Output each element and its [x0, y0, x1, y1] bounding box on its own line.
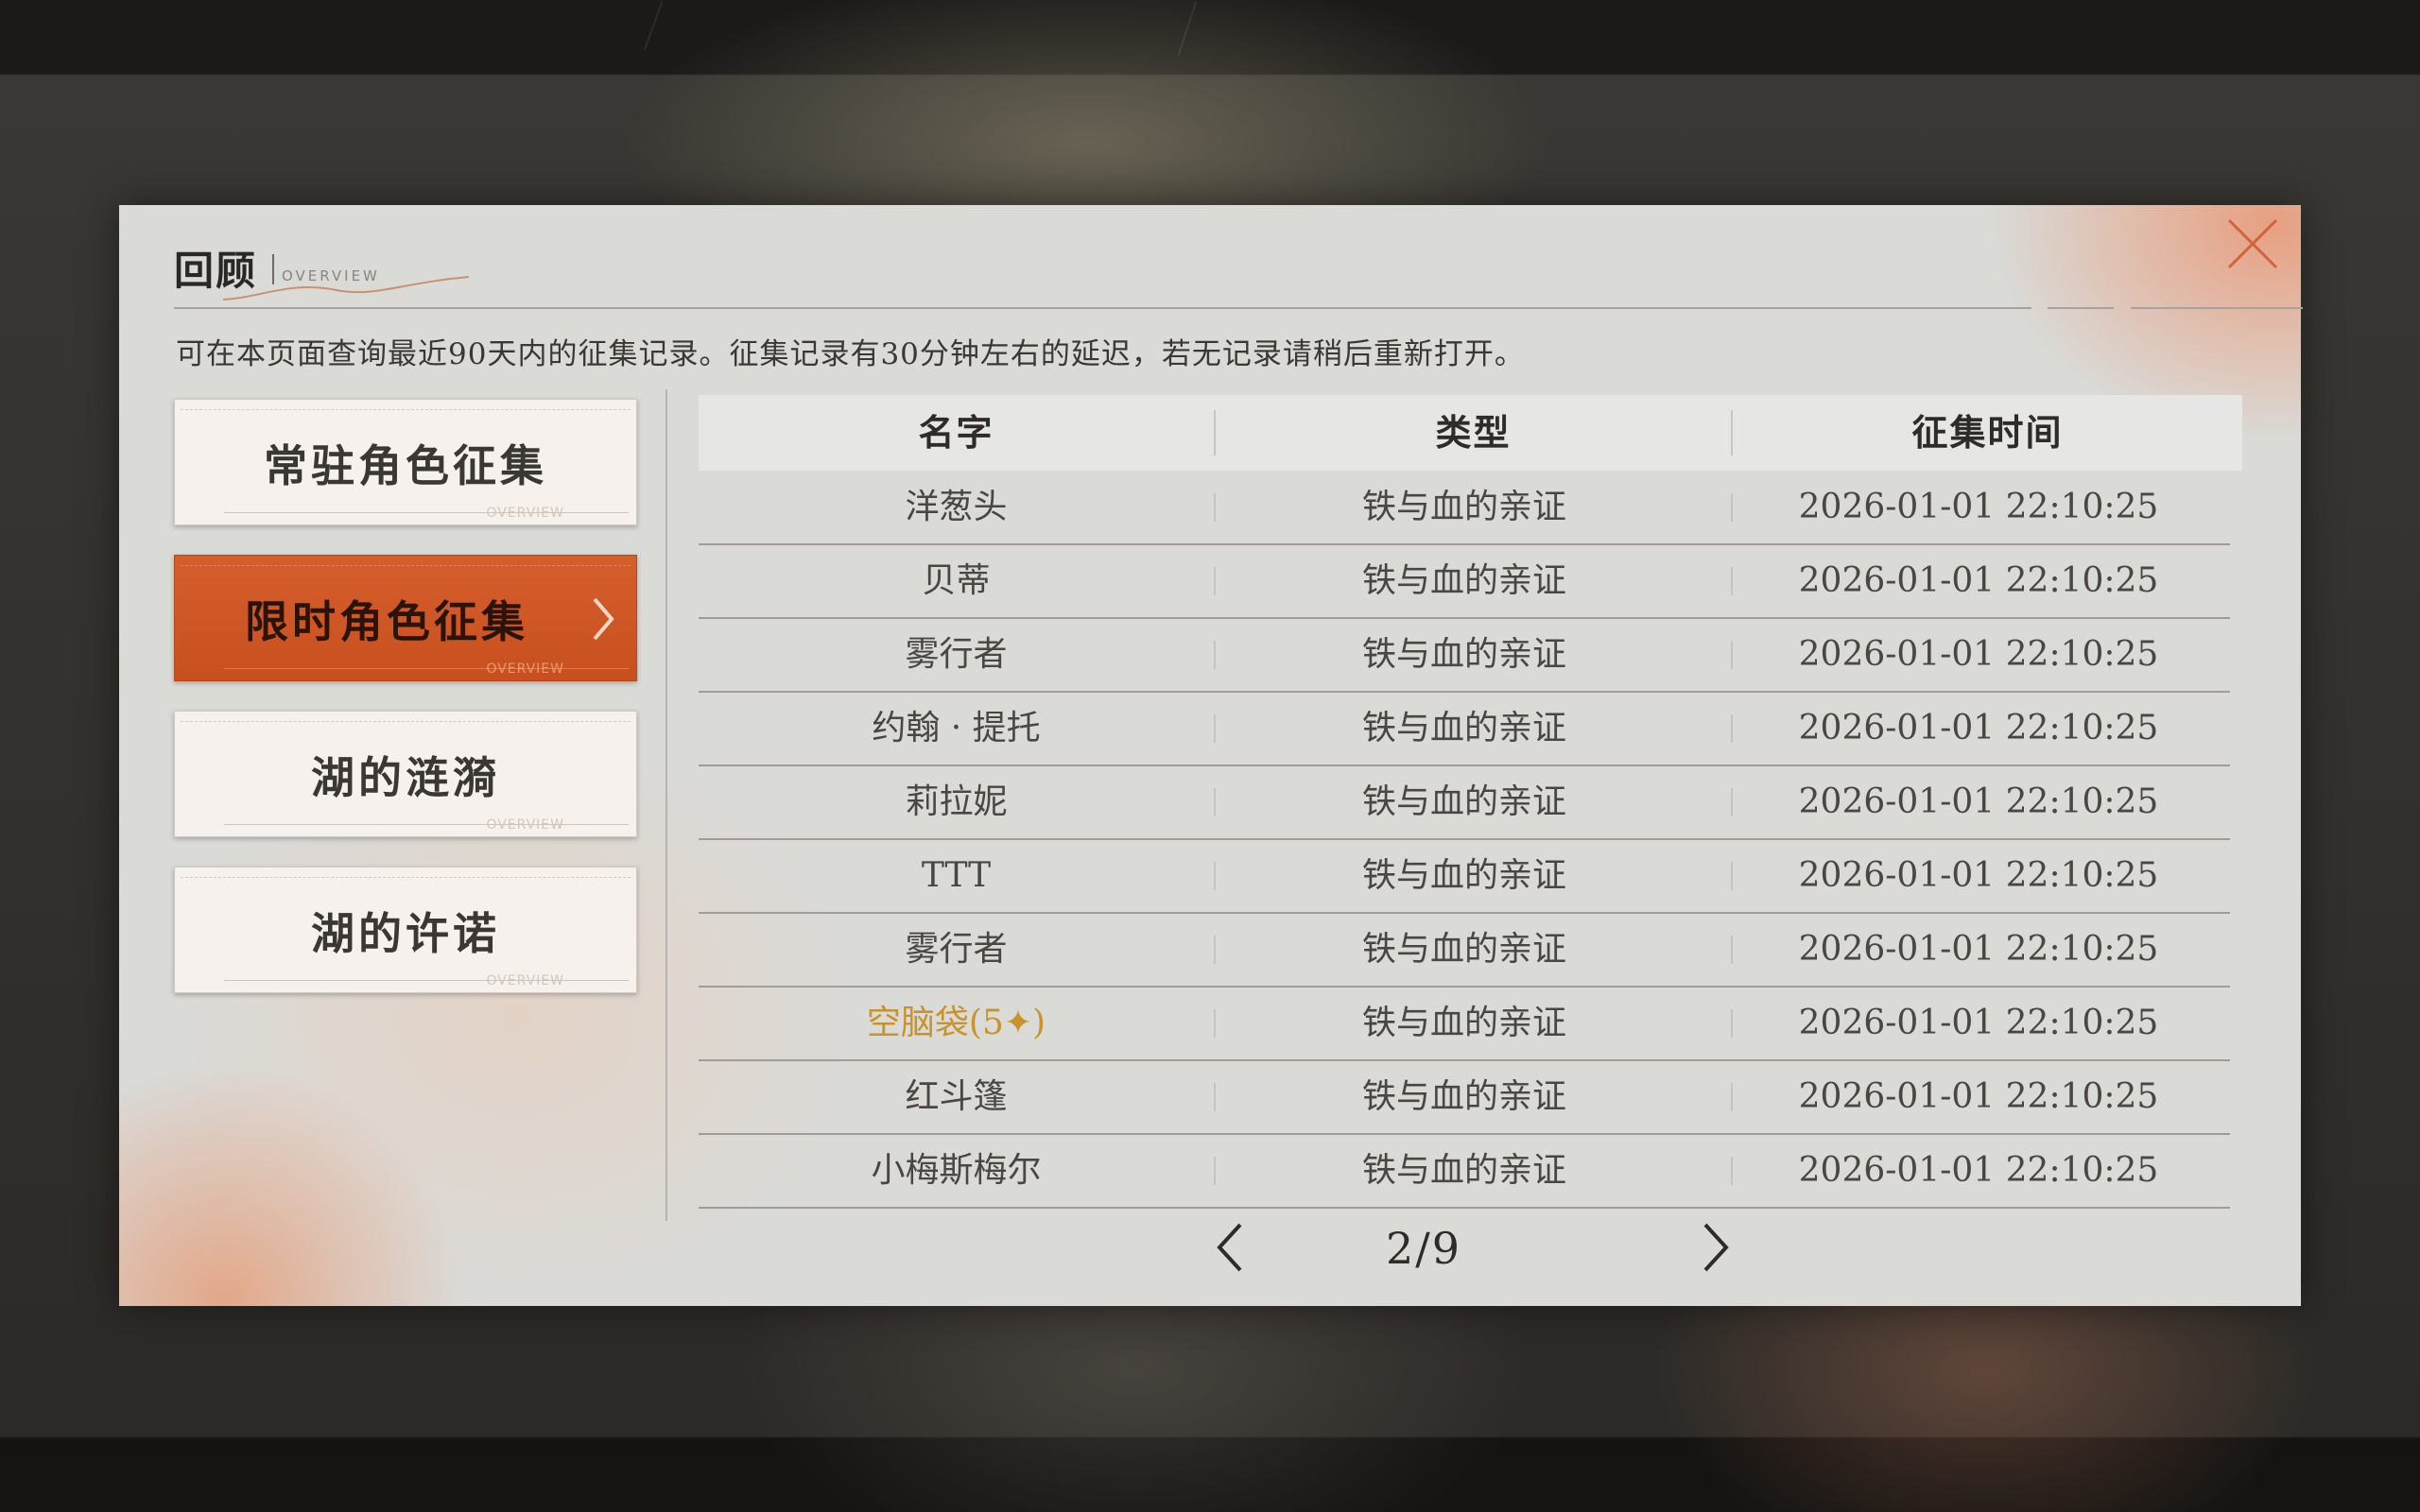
table-row: 莉拉妮 铁与血的亲证 2026-01-01 22:10:25: [699, 765, 2230, 840]
tab-label: 限时角色征集: [245, 596, 528, 647]
row-type: 铁与血的亲证: [1361, 635, 1566, 674]
overview-dialog: 回顾 OVERVIEW 可在本页面查询最近90天内的征集记录。征集记录有30分钟…: [119, 205, 2303, 1306]
page-indicator: 2/9: [1385, 1223, 1462, 1274]
column-header-type: 类型: [1435, 411, 1512, 454]
row-time: 2026-01-01 22:10:25: [1798, 561, 2159, 600]
close-icon: [2227, 218, 2278, 269]
chevron-right-icon: [1703, 1223, 1729, 1272]
row-type: 铁与血的亲证: [1361, 1077, 1566, 1116]
row-name: 洋葱头: [905, 488, 1008, 526]
tab-label: 湖的许诺: [311, 908, 500, 959]
next-page-button[interactable]: [1696, 1221, 1734, 1274]
tab-label: 湖的涟漪: [311, 752, 500, 803]
close-button[interactable]: [2223, 215, 2280, 271]
row-time: 2026-01-01 22:10:25: [1798, 488, 2159, 526]
row-time: 2026-01-01 22:10:25: [1798, 1151, 2159, 1190]
sidebar-divider: [666, 389, 667, 1221]
table-row: 贝蒂 铁与血的亲证 2026-01-01 22:10:25: [699, 544, 2230, 619]
tab-footer: OVERVIEW: [486, 506, 564, 521]
row-type: 铁与血的亲证: [1361, 1004, 1566, 1042]
row-type: 铁与血的亲证: [1361, 930, 1566, 969]
tab-decoration: [181, 877, 631, 880]
title-flourish-icon: [223, 276, 470, 301]
row-time: 2026-01-01 22:10:25: [1798, 709, 2159, 747]
row-name: TTT: [921, 856, 992, 895]
tab-footer: OVERVIEW: [486, 662, 564, 677]
tab-label: 常驻角色征集: [264, 440, 547, 491]
row-time: 2026-01-01 22:10:25: [1798, 856, 2159, 895]
header-rule: [174, 307, 2031, 309]
tab-decoration: [181, 409, 631, 412]
notice-text: 可在本页面查询最近90天内的征集记录。征集记录有30分钟左右的延迟，若无记录请稍…: [176, 337, 1525, 371]
tab-decoration: [181, 721, 631, 724]
tab-footer: OVERVIEW: [486, 817, 564, 833]
chevron-left-icon: [1217, 1223, 1242, 1272]
row-name: 红斗篷: [905, 1077, 1008, 1116]
tab-limited-recruitment[interactable]: 限时角色征集 OVERVIEW: [174, 555, 637, 681]
table-row: 雾行者 铁与血的亲证 2026-01-01 22:10:25: [699, 618, 2230, 693]
table-row: 小梅斯梅尔 铁与血的亲证 2026-01-01 22:10:25: [699, 1134, 2230, 1209]
row-type: 铁与血的亲证: [1361, 1151, 1566, 1190]
row-name: 雾行者: [905, 930, 1008, 969]
row-type: 铁与血的亲证: [1361, 561, 1566, 600]
tab-lake-promise[interactable]: 湖的许诺 OVERVIEW: [174, 867, 637, 993]
row-time: 2026-01-01 22:10:25: [1798, 1004, 2159, 1042]
row-name: 小梅斯梅尔: [871, 1151, 1042, 1190]
chevron-right-icon: [593, 597, 614, 641]
row-type: 铁与血的亲证: [1361, 856, 1566, 895]
table-header: 名字 类型 征集时间: [699, 395, 2242, 471]
prev-page-button[interactable]: [1212, 1221, 1250, 1274]
row-type: 铁与血的亲证: [1361, 782, 1566, 821]
table-row: 洋葱头 铁与血的亲证 2026-01-01 22:10:25: [699, 471, 2230, 545]
row-time: 2026-01-01 22:10:25: [1798, 782, 2159, 821]
tab-decoration: [181, 565, 631, 568]
row-type: 铁与血的亲证: [1361, 709, 1566, 747]
tab-footer: OVERVIEW: [486, 973, 564, 988]
table-row: 空脑袋(5✦) 铁与血的亲证 2026-01-01 22:10:25: [699, 987, 2230, 1061]
column-header-time: 征集时间: [1911, 411, 2064, 454]
row-name: 空脑袋(5✦): [866, 1004, 1046, 1042]
header-rule: [2131, 307, 2303, 309]
tab-standard-recruitment[interactable]: 常驻角色征集 OVERVIEW: [174, 399, 637, 525]
row-name: 雾行者: [905, 635, 1008, 674]
row-name: 莉拉妮: [905, 782, 1008, 821]
row-time: 2026-01-01 22:10:25: [1798, 1077, 2159, 1116]
row-type: 铁与血的亲证: [1361, 488, 1566, 526]
row-time: 2026-01-01 22:10:25: [1798, 930, 2159, 969]
column-header-name: 名字: [918, 411, 994, 454]
row-name: 贝蒂: [922, 561, 991, 600]
table-row: TTT 铁与血的亲证 2026-01-01 22:10:25: [699, 839, 2230, 914]
tab-lake-ripples[interactable]: 湖的涟漪 OVERVIEW: [174, 711, 637, 837]
table-row: 雾行者 铁与血的亲证 2026-01-01 22:10:25: [699, 913, 2230, 988]
row-name: 约翰 · 提托: [872, 709, 1041, 747]
table-row: 约翰 · 提托 铁与血的亲证 2026-01-01 22:10:25: [699, 692, 2230, 766]
table-row: 红斗篷 铁与血的亲证 2026-01-01 22:10:25: [699, 1060, 2230, 1135]
header-rule: [2048, 307, 2114, 309]
row-time: 2026-01-01 22:10:25: [1798, 635, 2159, 674]
